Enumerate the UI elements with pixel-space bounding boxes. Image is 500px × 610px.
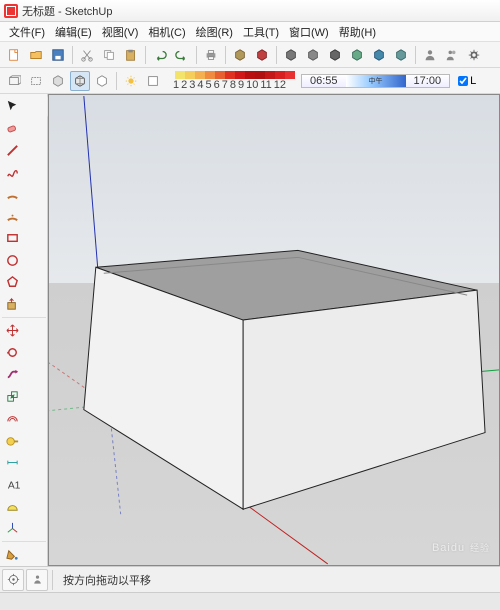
box-geometry [84,250,485,509]
month-labels: 123 456 789 101112 [173,79,295,91]
user-b-button[interactable] [442,45,462,65]
geolocate-button[interactable] [2,569,24,591]
copy-button[interactable] [99,45,119,65]
followme-tool[interactable] [2,364,23,385]
menu-view[interactable]: 视图(V) [97,22,144,42]
menu-help[interactable]: 帮助(H) [334,22,381,42]
style-shaded-button[interactable] [48,71,68,91]
window-title: 无标题 - SketchUp [22,3,112,19]
cut-button[interactable] [77,45,97,65]
layers-toggle[interactable]: L [458,75,476,87]
print-button[interactable] [201,45,221,65]
style-wire-button[interactable] [4,71,24,91]
shadow-e-button[interactable] [391,45,411,65]
credits-button[interactable] [26,569,48,591]
new-button[interactable] [4,45,24,65]
menu-bar: 文件(F) 编辑(E) 视图(V) 相机(C) 绘图(R) 工具(T) 窗口(W… [0,22,500,42]
model-info-button[interactable] [230,45,250,65]
tape-tool[interactable] [2,430,23,451]
paint-tool[interactable] [2,544,23,565]
extension-button[interactable] [281,45,301,65]
eraser-tool[interactable] [2,118,23,139]
open-button[interactable] [26,45,46,65]
time-mid: 中午 [361,76,391,86]
line-tool[interactable] [2,140,23,161]
app-icon [4,4,18,18]
layers-checkbox[interactable] [458,76,468,86]
style-shaded-texture-button[interactable] [70,71,90,91]
style-mono-button[interactable] [92,71,112,91]
3d-warehouse-button[interactable] [252,45,272,65]
axes-tool[interactable] [2,518,23,539]
shadow-b-button[interactable] [325,45,345,65]
svg-text:A1: A1 [8,480,20,491]
shadow-d-button[interactable] [369,45,389,65]
style-hidden-button[interactable] [26,71,46,91]
move-tool[interactable] [2,320,23,341]
freehand-tool[interactable] [2,162,23,183]
shadow-c-button[interactable] [347,45,367,65]
status-bar: 按方向拖动以平移 [0,566,500,592]
redo-button[interactable] [172,45,192,65]
styles-toolbar: 123 456 789 101112 06:55 中午 17:00 L [0,68,500,94]
standard-toolbar [0,42,500,68]
settings-button[interactable] [464,45,484,65]
time-slider[interactable]: 06:55 中午 17:00 [301,74,450,88]
menu-draw[interactable]: 绘图(R) [191,22,238,42]
polygon-tool[interactable] [2,272,23,293]
month-color-scale[interactable] [175,71,295,79]
user-a-button[interactable] [420,45,440,65]
save-button[interactable] [48,45,68,65]
arc2-tool[interactable] [2,206,23,227]
pushpull-tool[interactable] [2,294,23,315]
offset-tool[interactable] [2,408,23,429]
viewport-canvas [49,95,499,565]
model-viewport[interactable] [48,94,500,566]
menu-tools[interactable]: 工具(T) [238,22,284,42]
time-start: 06:55 [302,75,346,87]
menu-file[interactable]: 文件(F) [4,22,50,42]
shadow-toggle-button[interactable] [143,71,163,91]
circle-tool[interactable] [2,250,23,271]
shadow-a-button[interactable] [303,45,323,65]
menu-camera[interactable]: 相机(C) [143,22,190,42]
time-end: 17:00 [406,75,450,87]
dimension-tool[interactable] [2,452,23,473]
status-hint: 按方向拖动以平移 [57,572,151,588]
scale-tool[interactable] [2,386,23,407]
undo-button[interactable] [150,45,170,65]
rotate-tool[interactable] [2,342,23,363]
arc-tool[interactable] [2,184,23,205]
menu-window[interactable]: 窗口(W) [284,22,334,42]
bottom-tray [0,592,500,610]
menu-edit[interactable]: 编辑(E) [50,22,97,42]
paste-button[interactable] [121,45,141,65]
tool-palette: A1 [0,94,48,584]
rectangle-tool[interactable] [2,228,23,249]
text-tool[interactable]: A1 [2,474,23,495]
protractor-tool[interactable] [2,496,23,517]
shadow-settings-button[interactable] [121,71,141,91]
select-tool[interactable] [2,96,23,117]
title-bar: 无标题 - SketchUp [0,0,500,22]
